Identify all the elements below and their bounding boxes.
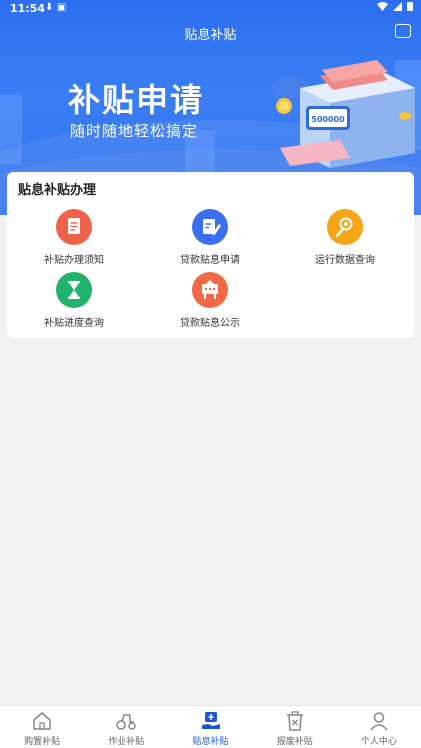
tab-interest-subsidy[interactable]: 贴息补贴	[168, 706, 252, 748]
tab-operation-subsidy[interactable]: 作业补贴	[84, 706, 168, 748]
banner-subtitle: 随时随地轻松搞定	[70, 122, 199, 140]
grid-item-subsidy-notice[interactable]: 补贴办理须知	[14, 209, 134, 266]
tab-purchase-subsidy[interactable]: 购置补贴	[0, 706, 84, 748]
grid-item-label: 补贴办理须知	[44, 255, 104, 266]
grid-item-loan-interest-apply[interactable]: 贷款贴息申请	[150, 209, 270, 266]
wifi-icon	[377, 1, 388, 11]
tab-label: 个人中心	[360, 737, 397, 747]
subsidy-icon	[200, 710, 222, 732]
document-icon	[56, 209, 92, 245]
location-search-icon	[327, 209, 363, 245]
status-bar: 11:54 ⬇ ▣	[0, 0, 421, 18]
notification-icons: ⬇ ▣	[45, 2, 67, 13]
banner-building-shape	[0, 95, 22, 165]
card-title: 贴息补贴办理	[18, 183, 97, 198]
money-counter-illustration: 500000	[272, 60, 415, 168]
grid-item-label: 贷款贴息申请	[180, 255, 240, 266]
signal-icon	[393, 1, 402, 11]
home-icon	[31, 710, 53, 732]
tab-label: 作业补贴	[108, 737, 145, 747]
tab-label: 贴息补贴	[192, 737, 229, 747]
banner-title: 补贴申请	[68, 81, 205, 119]
grid-item-label: 运行数据查询	[315, 255, 375, 266]
counter-display-number: 500000	[311, 115, 345, 124]
grid-item-operation-data[interactable]: 运行数据查询	[285, 209, 405, 266]
scrap-bin-icon	[284, 710, 306, 732]
message-icon[interactable]	[395, 20, 411, 38]
grid-item-label: 补贴进度查询	[44, 318, 104, 329]
user-icon	[368, 710, 390, 732]
subsidy-service-card: 贴息补贴办理 补贴办理须知 贷款贴息申请 运行数据查询 补贴进度查询 贷款贴息公…	[7, 172, 414, 338]
tab-scrap-subsidy[interactable]: 报废补贴	[253, 706, 337, 748]
tab-label: 购置补贴	[24, 737, 61, 747]
battery-icon	[407, 2, 413, 11]
billboard-icon	[192, 272, 228, 308]
tab-personal-center[interactable]: 个人中心	[337, 706, 421, 748]
bottom-tab-bar: 购置补贴 作业补贴 贴息补贴 报废补贴 个人中心	[0, 705, 421, 748]
tractor-icon	[115, 710, 137, 732]
grid-item-label: 贷款贴息公示	[180, 318, 240, 329]
hourglass-icon	[56, 272, 92, 308]
grid-item-progress-query[interactable]: 补贴进度查询	[14, 272, 134, 329]
system-indicators	[377, 1, 413, 11]
status-time: 11:54	[10, 2, 46, 15]
edit-form-icon	[192, 209, 228, 245]
page-title: 贴息补贴	[184, 28, 237, 43]
tab-label: 报废补贴	[276, 737, 313, 747]
grid-item-loan-interest-public[interactable]: 贷款贴息公示	[150, 272, 270, 329]
